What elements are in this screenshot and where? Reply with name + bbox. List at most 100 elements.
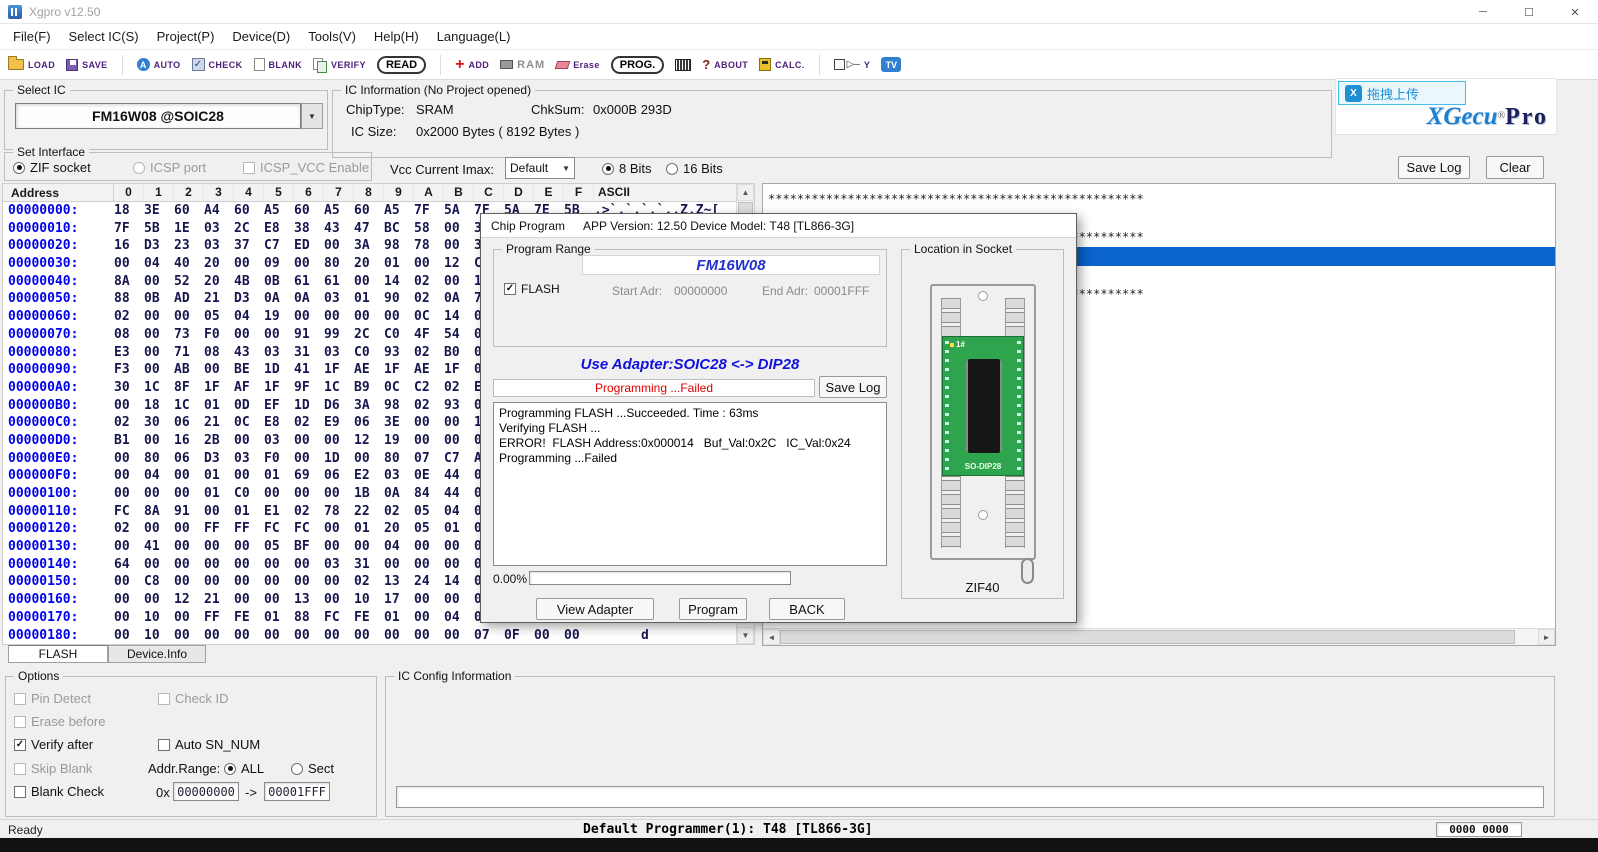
menu-item[interactable]: File(F) xyxy=(4,29,60,44)
dialog-log-line: ERROR! FLASH Address:0x000014 Buf_Val:0x… xyxy=(499,436,881,451)
hex-address: 00000030: xyxy=(3,255,114,273)
adapter-note: Use Adapter:SOIC28 <-> DIP28 xyxy=(493,356,887,373)
hex-address: 00000140: xyxy=(3,556,114,574)
toolbar: LOAD SAVE AAUTO CHECK BLANK VERIFY READ … xyxy=(0,50,1598,80)
menu-item[interactable]: Help(H) xyxy=(365,29,428,44)
radio-icon xyxy=(291,763,303,775)
drag-upload-button[interactable]: X 拖拽上传 xyxy=(1338,81,1466,105)
zif-socket-radio[interactable]: ZIF socket xyxy=(13,160,91,175)
range-end-input[interactable]: 00001FFF xyxy=(264,782,330,801)
scrollbar-thumb[interactable] xyxy=(780,630,1515,644)
menu-item[interactable]: Device(D) xyxy=(223,29,299,44)
erase-button[interactable]: Er‎ase xyxy=(556,60,600,70)
minimize-button[interactable]: ─ xyxy=(1460,0,1506,24)
erase-before-checkbox[interactable]: Erase before xyxy=(14,714,105,729)
add-button[interactable]: +ADD xyxy=(455,59,489,71)
checkbox-icon xyxy=(158,693,170,705)
tab-device-info[interactable]: Device.Info xyxy=(108,645,206,663)
hex-bytes: B100162B000300001219000000 xyxy=(114,432,504,450)
blank-button[interactable]: BLANK xyxy=(254,58,303,71)
ram-button[interactable]: RAM xyxy=(500,59,545,71)
check-id-checkbox[interactable]: Check ID xyxy=(158,691,228,706)
scroll-up-icon[interactable]: ▲ xyxy=(737,184,754,201)
ic-select-dropdown-button[interactable]: ▼ xyxy=(301,103,323,129)
ic-select-combo[interactable]: FM16W08 @SOIC28 xyxy=(15,103,301,129)
hex-address: 000000B0: xyxy=(3,397,114,415)
hex-bytes: 080073F0000091992CC04F5404 xyxy=(114,326,504,344)
tab-flash[interactable]: FLASH xyxy=(8,645,108,663)
ic-chip-icon xyxy=(675,59,691,71)
verify-after-checkbox[interactable]: Verify after xyxy=(14,737,93,752)
tv-button[interactable]: TV xyxy=(881,57,901,72)
8-bits-radio[interactable]: 8 Bits xyxy=(602,161,652,176)
options-label: Options xyxy=(14,669,63,683)
read-button[interactable]: READ xyxy=(377,56,426,74)
calc-button[interactable]: CALC. xyxy=(759,58,805,71)
hex-bytes: 64000000000000033100000000 xyxy=(114,556,504,574)
ic-info-label: IC Information (No Project opened) xyxy=(341,83,535,97)
save-log-button[interactable]: Save Log xyxy=(1398,156,1470,179)
menu-item[interactable]: Tools(V) xyxy=(299,29,365,44)
about-button[interactable]: ?ABOUT xyxy=(702,57,748,72)
ic-test-button[interactable] xyxy=(675,59,691,71)
load-button[interactable]: LOAD xyxy=(8,59,55,70)
checkbox-icon xyxy=(14,693,26,705)
hex-row[interactable]: 00000180:001000000000000000000000070F000… xyxy=(3,627,738,645)
hex-bytes: 7F5B1E032CE8384347BC580038 xyxy=(114,220,504,238)
maximize-button[interactable]: ☐ xyxy=(1506,0,1552,24)
icsp-vcc-checkbox[interactable]: ICSP_VCC Enable xyxy=(243,160,369,175)
plus-icon: + xyxy=(455,59,464,71)
tv-icon: TV xyxy=(881,57,901,72)
program-button[interactable]: Program xyxy=(679,598,747,620)
clear-button[interactable]: Clear xyxy=(1486,156,1544,179)
save-button[interactable]: SAVE xyxy=(66,59,107,71)
log-horizontal-scrollbar[interactable]: ◄ ► xyxy=(763,628,1555,645)
checkbox-icon xyxy=(158,739,170,751)
pin-detect-checkbox[interactable]: Pin Detect xyxy=(14,691,91,706)
scroll-down-icon[interactable]: ▼ xyxy=(737,627,754,644)
xgpro-window: Xgpro v12.50 ─ ☐ ✕ File(F)Select IC(S)Pr… xyxy=(0,0,1598,852)
end-adr-value: 00001FFF xyxy=(814,284,869,298)
hex-bytes: 00001221000013001017000000 xyxy=(114,591,504,609)
check-button[interactable]: CHECK xyxy=(192,58,243,71)
chip-type-label: ChipType: xyxy=(346,102,405,117)
16-bits-radio[interactable]: 16 Bits xyxy=(666,161,723,176)
hex-address: 00000010: xyxy=(3,220,114,238)
blank-check-checkbox[interactable]: Blank Check xyxy=(14,784,104,799)
dialog-save-log-button[interactable]: Save Log xyxy=(819,376,887,398)
auto-button[interactable]: AAUTO xyxy=(137,58,181,71)
addr-range-all-radio[interactable]: ALL xyxy=(224,761,264,776)
dialog-title-bar[interactable]: Chip Program APP Version: 12.50 Device M… xyxy=(481,214,1076,238)
hex-bytes: FC8A910001E102782202050400 xyxy=(114,503,504,521)
ic-info-group: IC Information (No Project opened) ChipT… xyxy=(332,90,1332,158)
program-range-group: Program Range FM16W08 FLASH Start Adr: 0… xyxy=(493,249,887,347)
hex-bytes: E300710843033103C09302B000 xyxy=(114,344,504,362)
close-button[interactable]: ✕ xyxy=(1552,0,1598,24)
view-adapter-button[interactable]: View Adapter xyxy=(536,598,654,620)
logic-gate-icon: ▷– xyxy=(834,59,860,70)
menu-item[interactable]: Language(L) xyxy=(428,29,520,44)
scroll-right-icon[interactable]: ► xyxy=(1538,629,1555,645)
menu-item[interactable]: Select IC(S) xyxy=(60,29,148,44)
hex-address: 00000080: xyxy=(3,344,114,362)
checkbox-icon xyxy=(243,162,255,174)
hex-bytes: 020000050419000000000C1400 xyxy=(114,308,504,326)
radio-icon xyxy=(602,163,614,175)
icsp-port-radio[interactable]: ICSP port xyxy=(133,160,206,175)
ascii-header: ASCII xyxy=(594,184,738,202)
logic-test-button[interactable]: ▷–Y xyxy=(834,59,871,70)
auto-sn-checkbox[interactable]: Auto SN_NUM xyxy=(158,737,260,752)
vcc-imax-select[interactable]: Default▼ xyxy=(505,157,575,179)
addr-range-sect-radio[interactable]: Sect xyxy=(291,761,334,776)
flash-checkbox[interactable]: FLASH xyxy=(504,282,560,296)
hex-bytes: 301C8F1FAF1F9F1CB90CC202E0 xyxy=(114,379,504,397)
skip-blank-checkbox[interactable]: Skip Blank xyxy=(14,761,92,776)
scroll-left-icon[interactable]: ◄ xyxy=(763,629,780,645)
back-button[interactable]: BACK xyxy=(769,598,845,620)
menu-item[interactable]: Project(P) xyxy=(148,29,224,44)
socket-location-group: Location in Socket 1# SO-DIP28 ZIF40 xyxy=(901,249,1064,599)
range-start-input[interactable]: 00000000 xyxy=(173,782,239,801)
verify-button[interactable]: VERIFY xyxy=(313,58,366,72)
select-ic-label: Select IC xyxy=(13,83,70,97)
prog-button[interactable]: PROG. xyxy=(611,56,664,74)
